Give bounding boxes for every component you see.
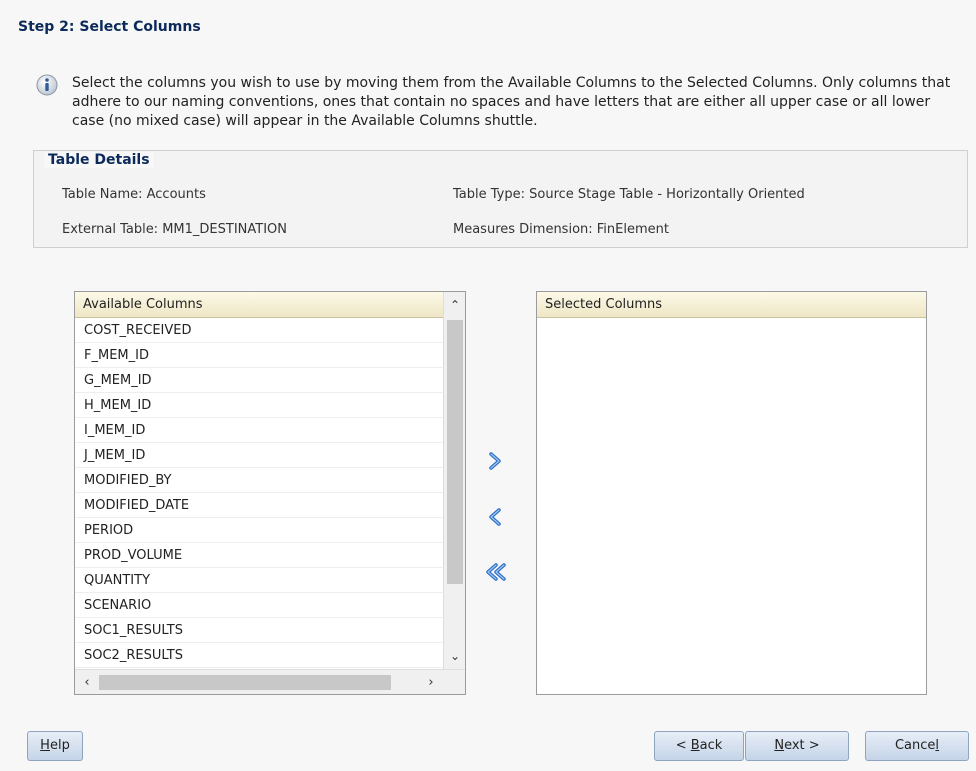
- available-columns-header: Available Columns: [75, 292, 443, 318]
- cancel-label: Cance: [894, 738, 936, 753]
- back-prefix: <: [675, 738, 691, 753]
- cancel-button[interactable]: Cancel: [865, 731, 969, 761]
- list-item[interactable]: J_MEM_ID: [75, 443, 443, 468]
- help-button[interactable]: Help: [27, 731, 83, 761]
- external-table: External Table: MM1_DESTINATION: [62, 222, 287, 237]
- cancel-accesskey: l: [935, 738, 940, 753]
- info-text: Select the columns you wish to use by mo…: [72, 75, 951, 129]
- list-item[interactable]: SCENARIO: [75, 593, 443, 618]
- available-horizontal-scrollbar[interactable]: ‹ ›: [75, 669, 465, 694]
- chevron-left-icon: [489, 508, 501, 526]
- back-button[interactable]: < Back: [654, 731, 744, 761]
- next-accesskey: N: [774, 738, 785, 753]
- selected-columns-list[interactable]: Selected Columns: [536, 291, 927, 695]
- list-item[interactable]: PERIOD: [75, 518, 443, 543]
- move-right-button[interactable]: [484, 450, 506, 472]
- move-all-left-button[interactable]: [483, 561, 509, 583]
- available-vertical-scrollbar[interactable]: ⌃ ⌄: [443, 292, 465, 669]
- next-label: ext >: [784, 738, 820, 753]
- scroll-right-icon[interactable]: ›: [421, 670, 441, 695]
- list-item[interactable]: QUANTITY: [75, 568, 443, 593]
- table-details-legend: Table Details: [44, 152, 154, 168]
- vertical-scroll-thumb[interactable]: [447, 320, 463, 584]
- info-icon: [36, 74, 58, 96]
- list-item[interactable]: SOC2_RESULTS: [75, 643, 443, 668]
- step-title: Step 2: Select Columns: [18, 19, 201, 35]
- list-item[interactable]: MODIFIED_BY: [75, 468, 443, 493]
- list-item[interactable]: H_MEM_ID: [75, 393, 443, 418]
- horizontal-scroll-thumb[interactable]: [99, 675, 391, 690]
- table-type: Table Type: Source Stage Table - Horizon…: [453, 187, 805, 202]
- scroll-left-icon[interactable]: ‹: [77, 670, 97, 695]
- chevron-right-icon: [489, 452, 501, 470]
- selected-columns-header: Selected Columns: [537, 292, 926, 318]
- scroll-down-icon[interactable]: ⌄: [444, 646, 466, 666]
- list-item[interactable]: G_MEM_ID: [75, 368, 443, 393]
- list-item[interactable]: MODIFIED_DATE: [75, 493, 443, 518]
- list-item[interactable]: I_MEM_ID: [75, 418, 443, 443]
- help-label: elp: [49, 738, 70, 753]
- back-label: ack: [699, 738, 723, 753]
- double-chevron-left-icon: [486, 563, 506, 581]
- back-accesskey: B: [690, 738, 700, 753]
- table-name: Table Name: Accounts: [62, 187, 206, 202]
- scroll-up-icon[interactable]: ⌃: [444, 295, 466, 315]
- move-left-button[interactable]: [484, 506, 506, 528]
- available-columns-list[interactable]: Available Columns COST_RECEIVED F_MEM_ID G…: [74, 291, 466, 695]
- list-item[interactable]: PROD_VOLUME: [75, 543, 443, 568]
- next-button[interactable]: Next >: [745, 731, 849, 761]
- help-accesskey: H: [40, 738, 50, 753]
- list-item[interactable]: F_MEM_ID: [75, 343, 443, 368]
- list-item[interactable]: SOC1_RESULTS: [75, 618, 443, 643]
- measures-dimension: Measures Dimension: FinElement: [453, 222, 669, 237]
- list-item[interactable]: COST_RECEIVED: [75, 318, 443, 343]
